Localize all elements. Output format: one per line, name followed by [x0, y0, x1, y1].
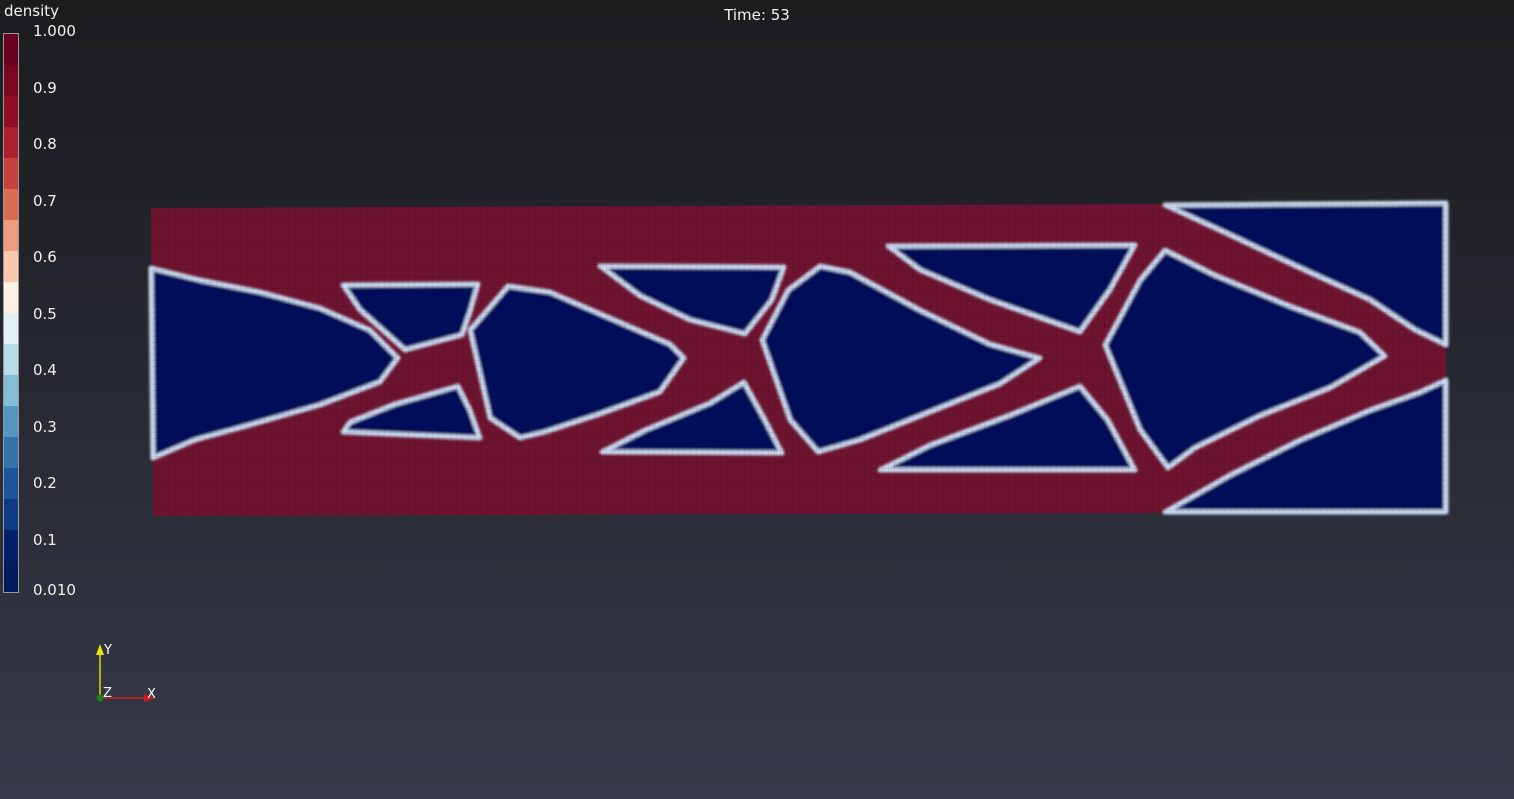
z-axis-label: Z — [103, 686, 112, 701]
render-viewport[interactable]: Time: 53 density 1.000 0.9 0.8 0.7 0.6 0… — [0, 0, 1514, 799]
x-axis-label: X — [147, 687, 156, 702]
mesh-grid — [151, 203, 1446, 516]
density-field-render: Y Z X — [96, 200, 1449, 702]
y-axis-label: Y — [103, 643, 112, 658]
orientation-axes: Y Z X — [96, 643, 156, 702]
y-axis-arrow — [96, 644, 104, 655]
